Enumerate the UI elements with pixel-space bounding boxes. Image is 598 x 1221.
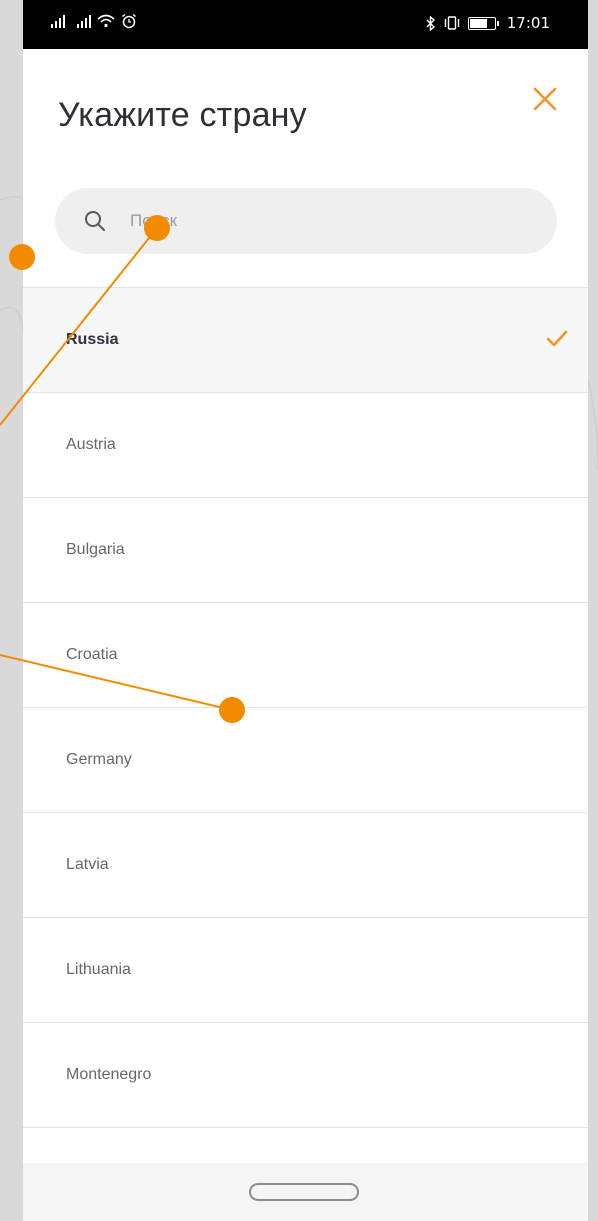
bluetooth-icon xyxy=(426,15,435,31)
search-placeholder: Поиск xyxy=(130,211,178,230)
vibrate-icon xyxy=(444,16,459,30)
country-label: Montenegro xyxy=(66,1066,152,1083)
country-label: Russia xyxy=(66,331,119,348)
wifi-icon xyxy=(97,14,115,28)
country-item-russia[interactable]: Russia xyxy=(23,287,588,392)
list-separator xyxy=(23,1127,588,1157)
alarm-icon xyxy=(122,13,136,29)
status-icons-left xyxy=(51,13,137,29)
country-list: Russia Austria Bulgaria Croatia Germany … xyxy=(23,287,588,1157)
country-label: Croatia xyxy=(66,646,118,663)
navigation-bar xyxy=(23,1163,588,1221)
country-item-latvia[interactable]: Latvia xyxy=(23,812,588,917)
signal-icon xyxy=(77,14,91,28)
country-label: Austria xyxy=(66,436,116,453)
country-item-lithuania[interactable]: Lithuania xyxy=(23,917,588,1022)
search-input[interactable]: Поиск xyxy=(55,188,557,254)
country-item-bulgaria[interactable]: Bulgaria xyxy=(23,497,588,602)
search-icon xyxy=(85,211,105,231)
battery-icon xyxy=(467,16,499,30)
country-label: Lithuania xyxy=(66,961,131,978)
country-item-germany[interactable]: Germany xyxy=(23,707,588,812)
status-bar: 17:01 xyxy=(23,0,588,49)
status-time: 17:01 xyxy=(506,14,550,32)
phone-screen: 17:01 Укажите страну Поиск Russia Austri… xyxy=(23,0,588,1221)
close-icon xyxy=(533,87,557,111)
country-label: Germany xyxy=(66,751,132,768)
country-item-austria[interactable]: Austria xyxy=(23,392,588,497)
country-label: Bulgaria xyxy=(66,541,125,558)
home-button[interactable] xyxy=(249,1183,359,1201)
close-button[interactable] xyxy=(528,82,562,116)
status-icons-right: 17:01 xyxy=(426,14,550,32)
country-label: Latvia xyxy=(66,856,109,873)
signal-icon xyxy=(51,14,65,28)
country-item-montenegro[interactable]: Montenegro xyxy=(23,1022,588,1127)
page-title: Укажите страну xyxy=(58,96,307,134)
country-item-croatia[interactable]: Croatia xyxy=(23,602,588,707)
checkmark-icon xyxy=(546,330,568,347)
